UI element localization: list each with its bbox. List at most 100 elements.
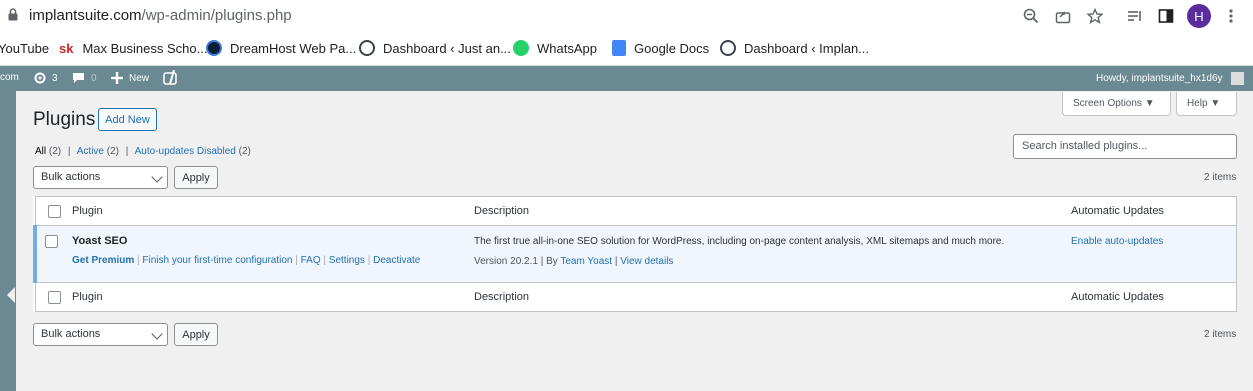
admin-sidebar	[0, 91, 16, 391]
browser-address-bar: implantsuite.com/wp-admin/plugins.php H	[0, 0, 1253, 32]
wordpress-icon	[720, 40, 736, 56]
bookmark-dashboard-implan[interactable]: Dashboard ‹ Implan...	[720, 38, 869, 58]
lock-icon[interactable]	[8, 8, 18, 21]
filter-auto-disabled-label: Auto-updates Disabled	[134, 146, 236, 157]
bookmark-whatsapp[interactable]: WhatsApp	[513, 38, 597, 58]
apply-button-bottom[interactable]: Apply	[174, 323, 218, 346]
dreamhost-icon	[206, 40, 222, 56]
deactivate-link[interactable]: Deactivate	[373, 255, 420, 266]
bookmark-label: DreamHost Web Pa...	[230, 40, 357, 56]
bookmark-label: Google Docs	[634, 40, 710, 56]
my-account[interactable]: Howdy, implantsuite_hx1d6y	[1096, 72, 1244, 85]
plugin-description-cell: The first true all-in-one SEO solution f…	[474, 225, 1071, 283]
bulk-actions-label: Bulk actions	[41, 171, 101, 183]
select-all-checkbox-footer[interactable]	[47, 290, 61, 304]
new-label: New	[129, 72, 150, 84]
author-link[interactable]: Team Yoast	[560, 256, 612, 267]
page-title: Plugins	[33, 109, 96, 130]
whatsapp-icon	[513, 40, 529, 56]
get-premium-link[interactable]: Get Premium	[72, 255, 134, 266]
column-auto-updates-footer[interactable]: Automatic Updates	[1071, 283, 1237, 312]
screen-options-button[interactable]: Screen Options ▼	[1062, 92, 1171, 116]
bookmark-label: Max Business Scho...	[82, 40, 208, 56]
column-plugin[interactable]: Plugin	[72, 196, 474, 226]
help-button[interactable]: Help ▼	[1176, 92, 1237, 116]
search-plugins-input[interactable]: Search installed plugins...	[1013, 134, 1237, 159]
filter-all[interactable]: All (2)	[35, 146, 61, 157]
settings-link[interactable]: Settings	[329, 255, 365, 266]
filter-all-count: (2)	[48, 146, 62, 157]
plugin-meta: Version 20.2.1 | By Team Yoast | View de…	[474, 256, 674, 267]
url-field[interactable]: implantsuite.com/wp-admin/plugins.php	[29, 7, 292, 24]
wordpress-icon	[359, 40, 375, 56]
faq-link[interactable]: FAQ	[301, 255, 321, 266]
filter-separator: |	[125, 146, 129, 157]
filter-separator: |	[67, 146, 71, 157]
enable-auto-updates-link[interactable]: Enable auto-updates	[1071, 236, 1163, 247]
url-host: implantsuite.com	[29, 7, 142, 24]
bulk-actions-select-top[interactable]: Bulk actions	[33, 166, 168, 189]
menu-dots-icon[interactable]	[1221, 6, 1241, 26]
add-new-button[interactable]: Add New	[98, 108, 157, 131]
site-name-label: com	[0, 72, 19, 83]
bulk-actions-label: Bulk actions	[41, 328, 101, 340]
share-icon[interactable]	[1053, 6, 1073, 26]
column-description[interactable]: Description	[474, 196, 1071, 226]
plugin-name: Yoast SEO	[72, 235, 128, 247]
plugin-status-filters: All (2) | Active (2) | Auto-updates Disa…	[35, 146, 251, 157]
row-actions: Get Premium | Finish your first-time con…	[72, 255, 421, 266]
filter-auto-updates-disabled[interactable]: Auto-updates Disabled (2)	[135, 146, 251, 157]
zoom-icon[interactable]	[1021, 6, 1041, 26]
updates-item[interactable]: 3	[33, 72, 58, 84]
column-plugin-footer[interactable]: Plugin	[72, 283, 474, 312]
select-all-cell	[35, 196, 72, 226]
plugin-description: The first true all-in-one SEO solution f…	[474, 236, 1005, 247]
filter-all-label: All	[35, 146, 47, 157]
comments-item[interactable]: 0	[72, 72, 97, 84]
bookmark-label: WhatsApp	[537, 40, 597, 56]
updates-count: 3	[52, 72, 58, 84]
plugins-table: Plugin Description Automatic Updates Yoa…	[33, 196, 1237, 312]
table-footer-row: Plugin Description Automatic Updates	[35, 283, 1237, 312]
bulk-actions-select-bottom[interactable]: Bulk actions	[33, 323, 168, 346]
updates-icon	[34, 72, 46, 84]
side-panel-icon[interactable]	[1156, 6, 1176, 26]
yoast-icon[interactable]	[163, 70, 179, 86]
auto-updates-cell: Enable auto-updates	[1071, 225, 1237, 283]
screen-options-label: Screen Options ▼	[1073, 98, 1155, 109]
items-count-top: 2 items	[1204, 172, 1237, 183]
filter-auto-disabled-count: (2)	[238, 146, 251, 157]
filter-active-label: Active	[76, 146, 104, 157]
table-row: Yoast SEO Get Premium | Finish your firs…	[33, 225, 1237, 283]
first-time-config-link[interactable]: Finish your first-time configuration	[142, 255, 292, 266]
star-icon[interactable]	[1085, 6, 1105, 26]
bookmark-google-docs[interactable]: Google Docs	[612, 38, 709, 58]
row-checkbox-cell	[33, 225, 72, 283]
bookmark-dashboard-just[interactable]: Dashboard ‹ Just an...	[359, 38, 511, 58]
apply-button-top[interactable]: Apply	[174, 166, 218, 189]
bookmark-label: Dashboard ‹ Just an...	[383, 40, 511, 56]
reading-list-icon[interactable]	[1125, 6, 1145, 26]
filter-active[interactable]: Active (2)	[77, 146, 119, 157]
column-auto-updates[interactable]: Automatic Updates	[1071, 196, 1237, 226]
row-checkbox[interactable]	[45, 235, 58, 248]
help-label: Help ▼	[1187, 98, 1221, 109]
column-description-footer[interactable]: Description	[474, 283, 1071, 312]
bookmark-max-business[interactable]: sk Max Business Scho...	[59, 38, 207, 58]
filter-active-count: (2)	[106, 146, 120, 157]
comments-count: 0	[91, 72, 97, 84]
url-path: /wp-admin/plugins.php	[141, 7, 292, 24]
view-details-link[interactable]: View details	[620, 256, 673, 267]
site-name[interactable]: com	[0, 72, 19, 83]
profile-avatar[interactable]: H	[1187, 4, 1211, 28]
select-all-checkbox[interactable]	[47, 204, 61, 218]
wp-admin-bar: com 3 0 New Howdy, implantsuite_hx1d6y	[0, 66, 1253, 91]
bookmark-dreamhost[interactable]: DreamHost Web Pa...	[206, 38, 356, 58]
chevron-down-icon	[151, 328, 163, 340]
new-content-item[interactable]: New	[111, 72, 149, 84]
bookmark-youtube[interactable]: YouTube	[0, 38, 49, 58]
plus-icon	[111, 72, 123, 84]
bookmarks-bar: YouTube sk Max Business Scho... DreamHos…	[0, 32, 1253, 66]
by-label: By	[546, 256, 558, 267]
plugin-version: Version 20.2.1	[474, 256, 538, 267]
